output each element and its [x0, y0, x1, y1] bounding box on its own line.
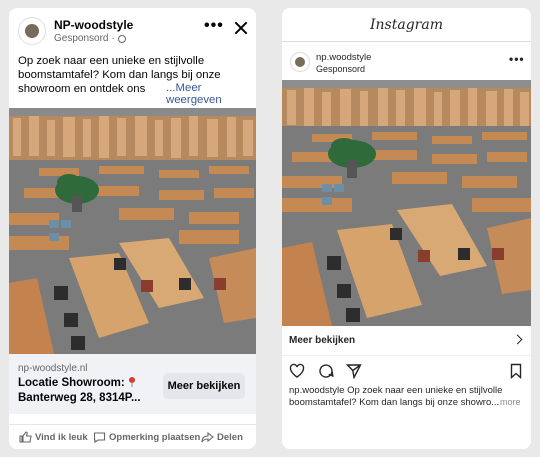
ig-showroom-photo[interactable] [282, 80, 531, 326]
fb-action-bar: Vind ik leuk Opmerking plaatsen Delen [9, 424, 256, 449]
globe-icon [117, 34, 126, 43]
fb-like-label: Vind ik leuk [35, 431, 88, 443]
fb-comment-label: Opmerking plaatsen [109, 431, 201, 443]
fb-link-domain: np-woodstyle.nl [18, 363, 88, 374]
fb-headline-text: Locatie Showroom: [18, 377, 125, 389]
fb-page-name[interactable]: NP-woodstyle [54, 18, 133, 32]
close-icon[interactable] [233, 20, 249, 36]
ig-action-bar [282, 360, 531, 384]
facebook-ad-preview: NP-woodstyle Gesponsord · ••• Op zoek na… [9, 8, 256, 449]
send-icon[interactable] [346, 363, 362, 379]
more-options-icon[interactable]: ••• [509, 52, 525, 66]
fb-share-button[interactable]: Delen [201, 431, 243, 443]
fb-link-preview[interactable]: np-woodstyle.nl Locatie Showroom: Banter… [9, 354, 256, 414]
chevron-right-icon [512, 334, 523, 345]
comment-icon[interactable] [318, 363, 334, 379]
fb-more-button[interactable]: Meer bekijken [163, 373, 245, 399]
comment-icon [93, 432, 106, 443]
fb-see-more-link[interactable]: ...Meer weergeven [164, 82, 256, 106]
fb-sponsored-label: Gesponsord · [54, 33, 126, 44]
more-options-icon[interactable]: ••• [204, 18, 224, 34]
fb-link-address: Banterweg 28, 8314P... [18, 392, 141, 404]
logo-icon [25, 24, 39, 38]
ig-more-button[interactable]: Meer bekijken [289, 335, 355, 346]
fb-link-headline: Locatie Showroom: [18, 376, 136, 389]
ig-post-header: np.woodstyle Gesponsord ••• [282, 42, 531, 80]
instagram-ad-preview: Instagram np.woodstyle Gesponsord ••• Me… [282, 8, 531, 449]
fb-dot: · [111, 33, 115, 44]
ig-caption: np.woodstyle Op zoek naar een unieke en … [289, 385, 503, 408]
fb-sponsored-text: Gesponsord [54, 33, 109, 44]
fb-share-label: Delen [217, 431, 243, 443]
ig-account-name[interactable]: np.woodstyle [316, 52, 371, 63]
ig-sponsored-label: Gesponsord [316, 64, 366, 74]
fb-showroom-photo[interactable] [9, 108, 256, 354]
ig-app-title: Instagram [370, 16, 443, 33]
fb-page-avatar[interactable] [18, 17, 46, 45]
ig-account-avatar[interactable] [290, 52, 310, 72]
showroom-photo-graphic [9, 108, 256, 354]
like-icon [19, 431, 32, 443]
pin-icon [128, 377, 135, 387]
ig-top-bar: Instagram [282, 8, 531, 42]
ig-caption-more-link[interactable]: more [500, 397, 521, 407]
logo-icon [295, 57, 305, 67]
showroom-photo-graphic [282, 80, 531, 326]
heart-icon[interactable] [289, 363, 305, 379]
fb-comment-button[interactable]: Opmerking plaatsen [93, 431, 200, 443]
bookmark-icon[interactable] [508, 363, 524, 379]
fb-like-button[interactable]: Vind ik leuk [19, 431, 88, 443]
share-icon [201, 431, 214, 443]
fb-post-header: NP-woodstyle Gesponsord · ••• [9, 8, 256, 54]
ig-cta-bar[interactable]: Meer bekijken [282, 326, 531, 356]
